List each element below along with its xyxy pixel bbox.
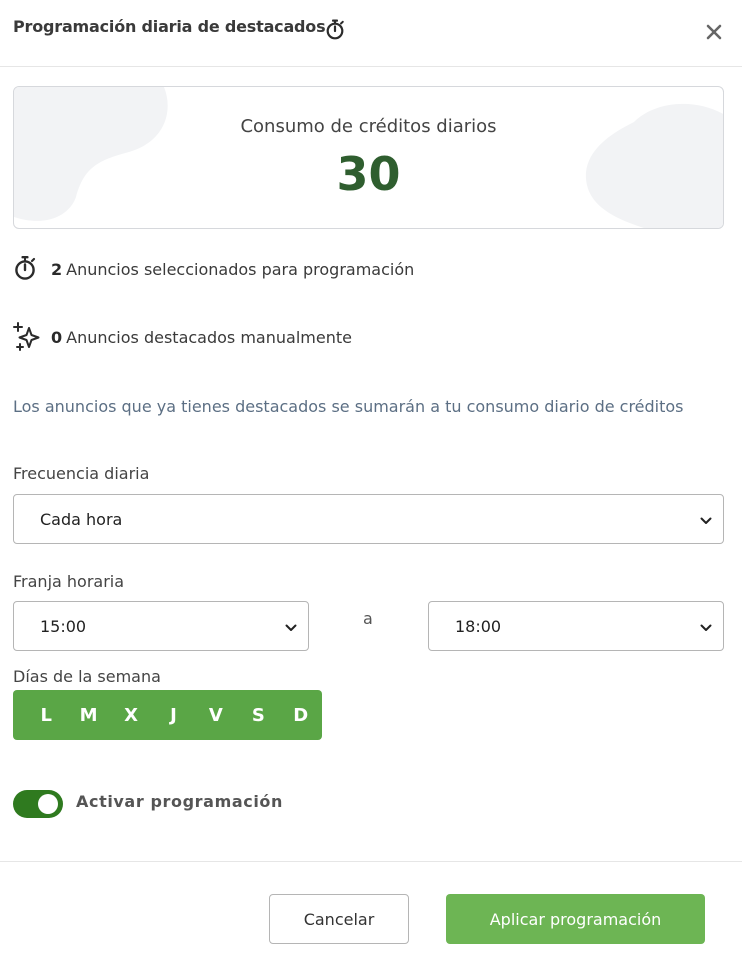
time-to-value: 18:00 bbox=[455, 617, 502, 636]
day-thursday[interactable]: J bbox=[152, 690, 194, 740]
credits-value: 30 bbox=[336, 147, 401, 201]
day-saturday[interactable]: S bbox=[237, 690, 279, 740]
modal-header: Programación diaria de destacados bbox=[0, 0, 742, 67]
time-range-separator: a bbox=[363, 609, 373, 628]
day-monday[interactable]: L bbox=[25, 690, 67, 740]
day-friday[interactable]: V bbox=[195, 690, 237, 740]
weekdays-label: Días de la semana bbox=[13, 667, 161, 686]
credits-notice: Los anuncios que ya tienes destacados se… bbox=[13, 397, 684, 416]
chevron-down-icon bbox=[699, 620, 713, 634]
modal-title: Programación diaria de destacados bbox=[13, 17, 326, 36]
stopwatch-icon bbox=[13, 254, 39, 284]
close-icon[interactable] bbox=[700, 18, 728, 46]
manual-ads-count: 0 bbox=[51, 327, 63, 347]
day-tuesday[interactable]: M bbox=[67, 690, 109, 740]
cancel-button[interactable]: Cancelar bbox=[269, 894, 409, 944]
time-from-select[interactable]: 15:00 bbox=[13, 601, 309, 651]
chevron-down-icon bbox=[699, 513, 713, 527]
frequency-value: Cada hora bbox=[40, 510, 123, 529]
selected-ads-label: Anuncios seleccionados para programación bbox=[66, 259, 415, 279]
apply-schedule-button[interactable]: Aplicar programación bbox=[446, 894, 705, 944]
day-sunday[interactable]: D bbox=[280, 690, 322, 740]
weekday-selector: L M X J V S D bbox=[13, 690, 322, 740]
footer-divider bbox=[0, 861, 742, 862]
credits-label: Consumo de créditos diarios bbox=[240, 116, 497, 137]
activation-label: Activar programación bbox=[76, 792, 283, 811]
stopwatch-icon bbox=[324, 18, 346, 40]
manual-ads-row: 0 Anuncios destacados manualmente bbox=[13, 322, 352, 352]
frequency-label: Frecuencia diaria bbox=[13, 464, 150, 483]
selected-ads-count: 2 bbox=[51, 259, 63, 279]
activation-toggle[interactable] bbox=[13, 790, 63, 818]
sparkles-icon bbox=[13, 322, 40, 352]
time-from-value: 15:00 bbox=[40, 617, 87, 636]
chevron-down-icon bbox=[284, 620, 298, 634]
credits-card: Consumo de créditos diarios 30 bbox=[13, 86, 724, 229]
day-wednesday[interactable]: X bbox=[110, 690, 152, 740]
toggle-knob bbox=[38, 794, 58, 814]
frequency-select[interactable]: Cada hora bbox=[13, 494, 724, 544]
manual-ads-label: Anuncios destacados manualmente bbox=[66, 327, 352, 347]
selected-ads-row: 2 Anuncios seleccionados para programació… bbox=[13, 254, 414, 284]
time-range-label: Franja horaria bbox=[13, 572, 125, 591]
time-to-select[interactable]: 18:00 bbox=[428, 601, 724, 651]
